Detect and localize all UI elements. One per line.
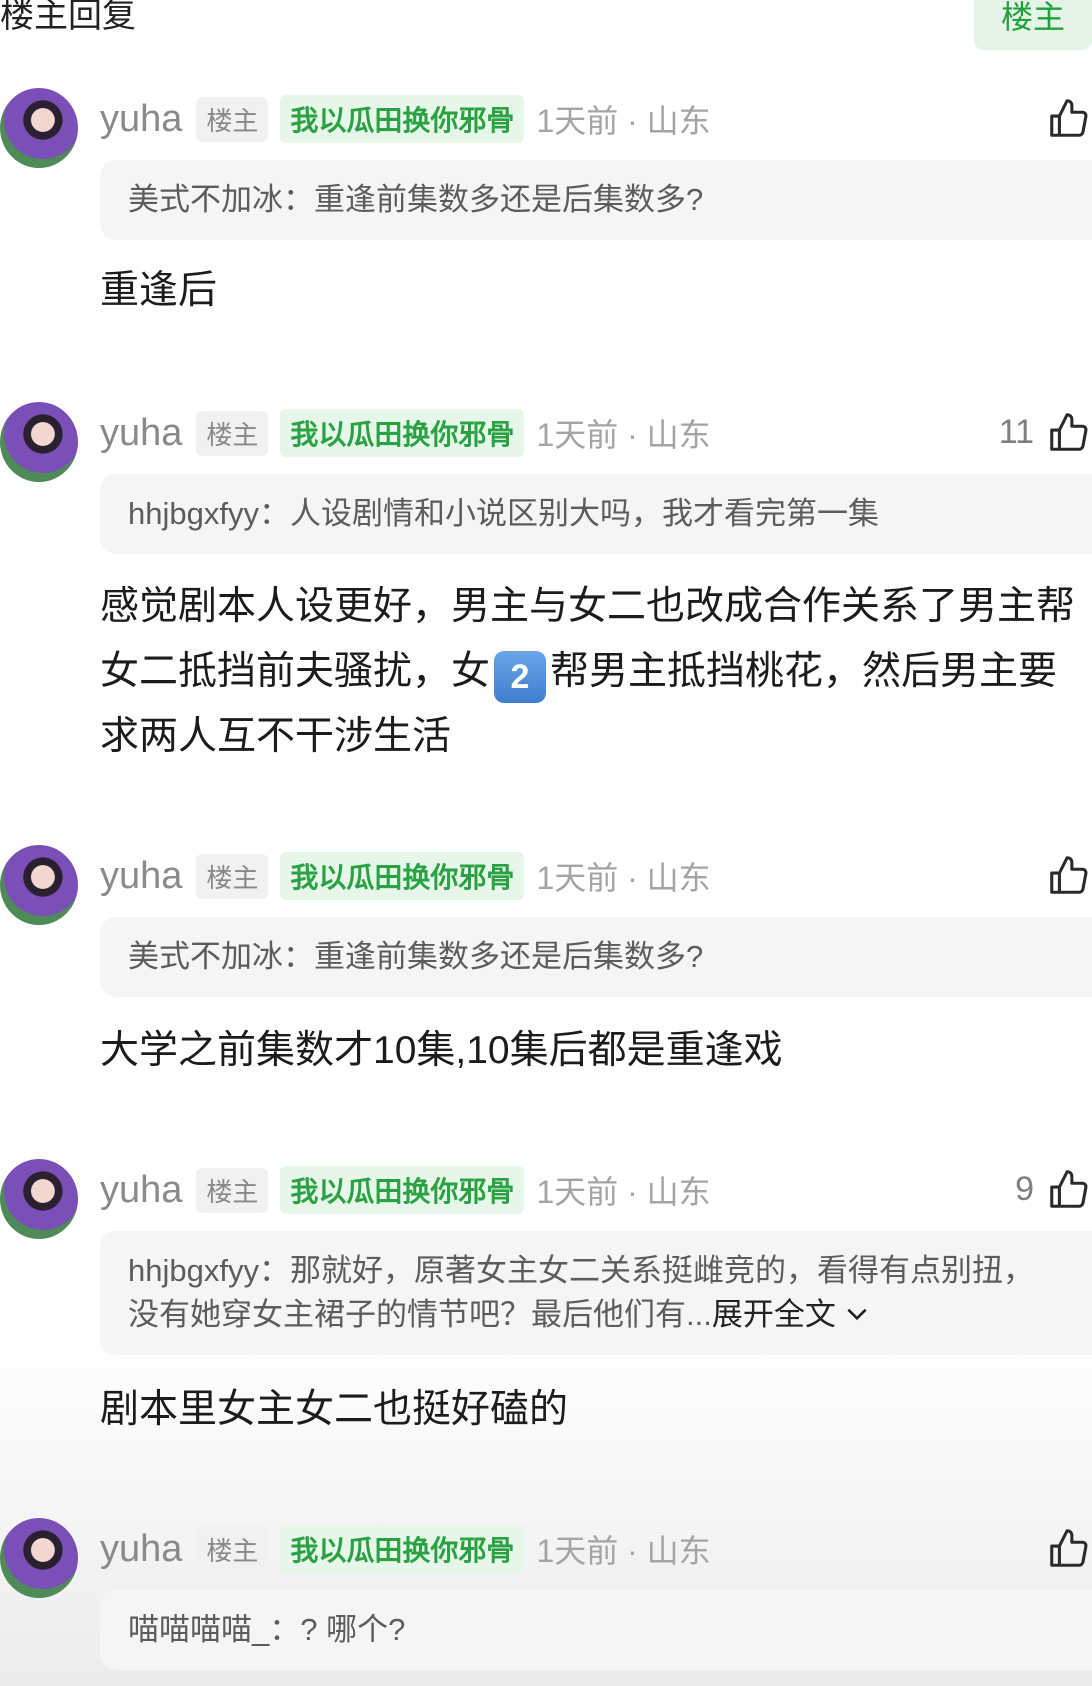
reply-text: 感觉剧本人设更好，男主与女二也改成合作关系了男主帮女二抵挡前夫骚扰，女 2 帮男主抵… (100, 574, 1080, 769)
quoted-comment[interactable]: hhjbgxfyy：那就好，原著女主女二关系挺雌竞的，看得有点别扭，没有她穿女主… (100, 1231, 1092, 1355)
quote-username[interactable]: hhjbgxfyy： (128, 1253, 290, 1288)
comment-meta: yuha 楼主 我以瓜田换你邪骨 1天前 · 山东 (100, 409, 711, 457)
time-location: 1天前 · 山东 (536, 1533, 711, 1569)
thumbs-up-icon[interactable] (1046, 93, 1092, 143)
thumbs-up-icon[interactable] (1046, 850, 1092, 900)
quote-username[interactable]: 喵喵喵喵_： (128, 1612, 300, 1647)
expand-label: 展开全文 (711, 1297, 836, 1332)
like-button[interactable] (1034, 1518, 1092, 1578)
username[interactable]: yuha (100, 1169, 182, 1212)
like-count: 11 (998, 412, 1034, 451)
time-location: 1天前 · 山东 (536, 417, 711, 453)
thumbs-up-icon[interactable] (1046, 407, 1092, 457)
quoted-comment[interactable]: 喵喵喵喵_：? 哪个? (100, 1590, 1092, 1670)
username[interactable]: yuha (100, 1528, 182, 1571)
title-badge: 我以瓜田换你邪骨 (280, 409, 525, 457)
title-badge: 我以瓜田换你邪骨 (280, 1166, 525, 1214)
owner-badge: 楼主 (196, 96, 269, 142)
comment-meta: yuha 楼主 我以瓜田换你邪骨 1天前 · 山东 (100, 1166, 711, 1214)
quote-username[interactable]: hhjbgxfyy： (128, 496, 290, 531)
time-location: 1天前 · 山东 (536, 860, 711, 896)
tab-owner[interactable]: 楼主 (974, 0, 1092, 50)
avatar[interactable] (0, 845, 78, 925)
time-location: 1天前 · 山东 (536, 1174, 711, 1210)
comment-meta: yuha 楼主 我以瓜田换你邪骨 1天前 · 山东 (100, 852, 711, 900)
time-location: 1天前 · 山东 (536, 103, 711, 139)
chevron-down-icon (847, 1308, 868, 1321)
quote-text: 重逢前集数多还是后集数多? (314, 182, 704, 217)
avatar[interactable] (0, 402, 78, 482)
title-badge: 我以瓜田换你邪骨 (280, 95, 525, 143)
title-badge: 我以瓜田换你邪骨 (280, 852, 525, 900)
reply-text: 大学之前集数才10集,10集后都是重逢戏 (100, 1029, 783, 1072)
thumbs-up-icon[interactable] (1046, 1523, 1092, 1573)
comment-meta: yuha 楼主 我以瓜田换你邪骨 1天前 · 山东 (100, 95, 711, 143)
thumbs-up-icon[interactable] (1046, 1164, 1092, 1214)
expand-full-text-link[interactable]: 展开全文 (712, 1297, 871, 1332)
quoted-comment[interactable]: 美式不加冰：重逢前集数多还是后集数多? (100, 160, 1092, 240)
like-button[interactable]: 11 (999, 402, 1092, 462)
quote-text: 重逢前集数多还是后集数多? (314, 939, 704, 974)
owner-badge: 楼主 (196, 410, 269, 456)
username[interactable]: yuha (100, 98, 182, 141)
quote-username[interactable]: 美式不加冰： (128, 182, 314, 217)
owner-badge: 楼主 (196, 1526, 269, 1572)
quote-text: 人设剧情和小说区别大吗，我才看完第一集 (289, 496, 879, 531)
comment-meta: yuha 楼主 我以瓜田换你邪骨 1天前 · 山东 (100, 1525, 711, 1573)
username[interactable]: yuha (100, 855, 182, 898)
owner-badge: 楼主 (196, 853, 269, 899)
avatar[interactable] (0, 88, 78, 168)
quote-text: ? 哪个? (300, 1612, 406, 1647)
title-badge: 我以瓜田换你邪骨 (280, 1525, 525, 1573)
avatar[interactable] (0, 1518, 78, 1598)
owner-badge: 楼主 (196, 1167, 269, 1213)
like-button[interactable] (1034, 845, 1092, 905)
quote-username[interactable]: 美式不加冰： (128, 939, 314, 974)
quoted-comment[interactable]: 美式不加冰：重逢前集数多还是后集数多? (100, 917, 1092, 997)
quoted-comment[interactable]: hhjbgxfyy：人设剧情和小说区别大吗，我才看完第一集 (100, 474, 1092, 554)
like-count: 9 (1015, 1169, 1034, 1208)
reply-text: 剧本里女主女二也挺好磕的 (100, 1388, 569, 1431)
reply-text: 重逢后 (100, 269, 218, 312)
like-button[interactable] (1034, 88, 1092, 148)
like-button[interactable]: 9 (1015, 1159, 1092, 1219)
page-title: 楼主回复 (0, 0, 136, 35)
number-two-emoji: 2 (494, 651, 547, 703)
username[interactable]: yuha (100, 412, 182, 455)
avatar[interactable] (0, 1159, 78, 1239)
